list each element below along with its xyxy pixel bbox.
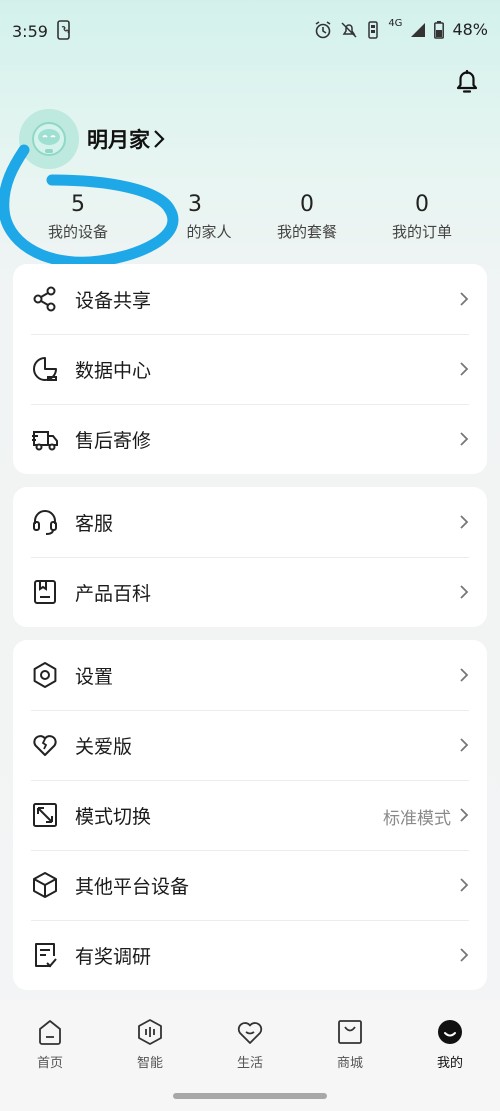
menu-label: 关爱版	[75, 736, 133, 758]
nav-label: 我的	[436, 1056, 463, 1071]
signal-icon	[411, 22, 426, 37]
nav-label: 商城	[336, 1056, 363, 1071]
survey-icon	[35, 943, 57, 968]
nav-life[interactable]: 生活	[200, 1018, 300, 1071]
stat-value: 0	[415, 192, 429, 217]
cube-icon	[33, 872, 57, 898]
network-type: 4G	[388, 17, 403, 29]
battery-icon	[434, 20, 445, 39]
menu-item-mode-switch[interactable]: 模式切换 标准模式	[13, 780, 487, 850]
chevron-right-icon	[460, 668, 469, 682]
stat-value: 3	[188, 192, 202, 217]
heart-icon	[33, 735, 57, 756]
nav-label: 生活	[236, 1056, 263, 1071]
menu-label: 模式切换	[75, 806, 152, 828]
store-bag-icon	[338, 1020, 362, 1044]
stat-plans[interactable]: 0 我的套餐	[247, 190, 367, 244]
nav-label: 首页	[36, 1056, 63, 1071]
nav-store[interactable]: 商城	[300, 1018, 400, 1071]
menu-item-data-center[interactable]: 数据中心	[13, 334, 487, 404]
current-mode-value: 标准模式	[383, 809, 451, 829]
me-icon	[438, 1020, 462, 1044]
chevron-right-icon	[460, 585, 469, 599]
menu-card-2: 客服 产品百科	[13, 487, 487, 627]
menu-item-customer-service[interactable]: 客服	[13, 487, 487, 557]
phone-icon	[57, 20, 70, 40]
life-heart-icon	[237, 1022, 263, 1044]
menu-label: 客服	[75, 513, 114, 535]
switch-mode-icon	[33, 803, 57, 827]
chevron-right-icon	[460, 362, 469, 376]
profile-name[interactable]: 明月家	[87, 124, 150, 154]
robot-avatar-icon	[32, 122, 66, 156]
delivery-truck-icon	[32, 431, 58, 451]
stat-label: 我的套餐	[276, 223, 337, 241]
vibrate-icon	[368, 20, 379, 39]
nav-me[interactable]: 我的	[400, 1018, 500, 1071]
share-icon	[33, 286, 56, 312]
home-icon	[39, 1020, 61, 1045]
menu-label: 设备共享	[75, 290, 152, 312]
chevron-right-icon	[460, 808, 469, 822]
nav-home[interactable]: 首页	[0, 1018, 100, 1071]
nav-smart[interactable]: 智能	[100, 1018, 200, 1071]
menu-item-settings[interactable]: 设置	[13, 640, 487, 710]
menu-item-other-platform-devices[interactable]: 其他平台设备	[13, 850, 487, 920]
stat-label: 我的订单	[391, 223, 452, 241]
status-time: 3:59	[12, 22, 48, 41]
stats-row: 5 我的设备 3 的家人 0 我的套餐 0 我的订单	[0, 190, 500, 250]
stat-devices[interactable]: 5 我的设备	[18, 190, 138, 244]
battery-percent: 48%	[452, 20, 488, 39]
nav-label: 智能	[136, 1056, 163, 1071]
stat-value: 0	[300, 192, 314, 217]
headset-icon	[33, 510, 57, 535]
menu-card-1: 设备共享 数据中心 售后寄修	[13, 264, 487, 474]
menu-label: 有奖调研	[75, 946, 152, 968]
menu-item-after-sales[interactable]: 售后寄修	[13, 404, 487, 474]
menu-label: 设置	[75, 666, 114, 688]
home-indicator[interactable]	[173, 1093, 327, 1099]
alarm-icon	[315, 20, 331, 38]
status-bar: 3:59 4G 48%	[0, 0, 500, 62]
menu-card-3: 设置 关爱版 模式切换 标准模式 其他平台设备 有奖调研	[13, 640, 487, 990]
chevron-right-icon	[460, 515, 469, 529]
menu-label: 其他平台设备	[75, 876, 190, 898]
menu-label: 售后寄修	[75, 430, 152, 452]
menu-label: 数据中心	[75, 360, 152, 382]
settings-hexagon-icon	[33, 662, 57, 688]
menu-label: 产品百科	[75, 583, 152, 605]
menu-item-product-wiki[interactable]: 产品百科	[13, 557, 487, 627]
stat-label: 我的设备	[47, 223, 108, 241]
menu-item-device-share[interactable]: 设备共享	[13, 264, 487, 334]
chevron-right-icon	[460, 432, 469, 446]
menu-item-care-version[interactable]: 关爱版	[13, 710, 487, 780]
smart-icon	[138, 1019, 162, 1045]
chevron-right-icon	[460, 738, 469, 752]
avatar[interactable]	[19, 109, 79, 169]
chevron-right-icon	[460, 292, 469, 306]
data-center-icon	[33, 357, 57, 381]
chevron-right-icon	[460, 878, 469, 892]
stat-family[interactable]: 3 的家人	[135, 190, 255, 244]
chevron-right-icon	[460, 948, 469, 962]
menu-item-survey[interactable]: 有奖调研	[13, 920, 487, 990]
stat-value: 5	[71, 192, 85, 217]
bell-icon[interactable]	[454, 68, 480, 96]
stat-label: 的家人	[186, 223, 232, 241]
status-icons: 4G 48%	[314, 17, 488, 39]
chevron-right-icon[interactable]	[152, 129, 166, 149]
book-icon	[34, 580, 56, 604]
stat-orders[interactable]: 0 我的订单	[362, 190, 482, 244]
mute-icon	[341, 21, 357, 38]
